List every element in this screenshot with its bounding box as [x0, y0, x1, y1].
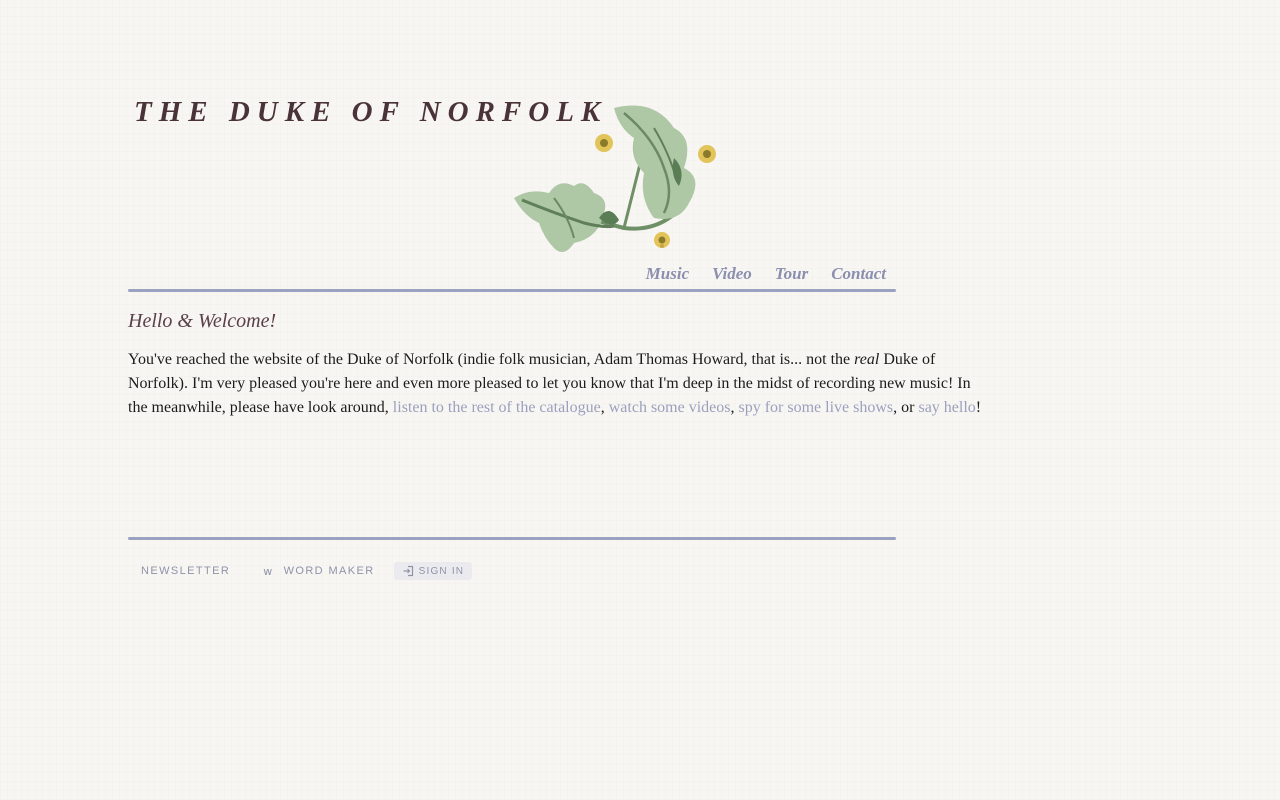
- shows-link[interactable]: spy for some live shows: [738, 399, 893, 416]
- nav-link-contact[interactable]: Contact: [831, 264, 886, 284]
- word-maker-link[interactable]: w WORD MAKER: [263, 565, 374, 578]
- site-logo[interactable]: THE DUKE OF NORFOLK: [128, 48, 728, 252]
- nav-links: Music Video Tour Contact: [646, 264, 886, 284]
- word-maker-icon: w: [263, 564, 274, 578]
- nav-link-music[interactable]: Music: [646, 264, 689, 284]
- say-hello-link[interactable]: say hello: [918, 399, 975, 416]
- footer: NEWSLETTER w WORD MAKER SIGN IN: [128, 560, 473, 582]
- intro-text-1: You've reached the website of the Duke o…: [128, 351, 855, 368]
- newsletter-link[interactable]: NEWSLETTER: [141, 565, 230, 577]
- separator-1: ,: [600, 399, 609, 416]
- welcome-heading: Hello & Welcome!: [128, 310, 277, 332]
- intro-emphasis: real: [854, 351, 880, 368]
- sign-in-label: SIGN IN: [418, 565, 465, 577]
- main-nav: Music Video Tour Contact: [128, 264, 896, 292]
- intro-end: !: [975, 399, 982, 416]
- sign-in-arrow-icon: [403, 565, 413, 577]
- footer-divider: [128, 537, 896, 540]
- nav-link-tour[interactable]: Tour: [775, 264, 808, 284]
- videos-link[interactable]: watch some videos: [609, 399, 731, 416]
- catalogue-link[interactable]: listen to the rest of the catalogue: [393, 399, 601, 416]
- floral-flourish-icon: [514, 105, 716, 252]
- word-maker-label: WORD MAKER: [283, 565, 375, 577]
- flower-1: [595, 134, 613, 152]
- header-divider: [128, 289, 896, 292]
- sign-in-button[interactable]: SIGN IN: [393, 562, 473, 580]
- separator-3: , or: [893, 399, 919, 416]
- nav-link-video[interactable]: Video: [712, 264, 752, 284]
- flower-2: [698, 145, 716, 163]
- intro-paragraph: You've reached the website of the Duke o…: [128, 348, 988, 420]
